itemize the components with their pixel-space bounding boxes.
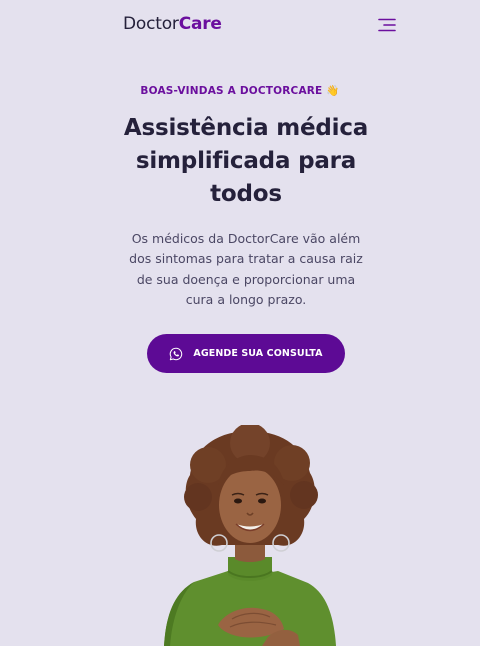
kicker-text: BOAS-VINDAS A DOCTORCARE — [140, 85, 323, 97]
hero-description: Os médicos da DoctorCare vão além dos si… — [129, 231, 363, 307]
logo-text-care: Care — [178, 14, 222, 34]
woman-smiling-photo — [164, 425, 336, 646]
cta-label: AGENDE SUA CONSULTA — [193, 348, 323, 359]
site-header: DoctorCare — [0, 0, 480, 50]
logo-text-doctor: Doctor — [123, 14, 179, 34]
menu-button[interactable] — [374, 14, 398, 36]
hamburger-menu-icon — [378, 18, 396, 32]
schedule-appointment-button[interactable]: AGENDE SUA CONSULTA — [147, 334, 345, 373]
waving-hand-icon: 👋 — [326, 85, 340, 97]
welcome-kicker: BOAS-VINDAS A DOCTORCARE 👋 — [0, 84, 480, 98]
hero-title: Assistência médica simplificada para tod… — [123, 115, 369, 207]
logo[interactable]: DoctorCare — [123, 13, 222, 35]
whatsapp-icon — [170, 347, 183, 360]
